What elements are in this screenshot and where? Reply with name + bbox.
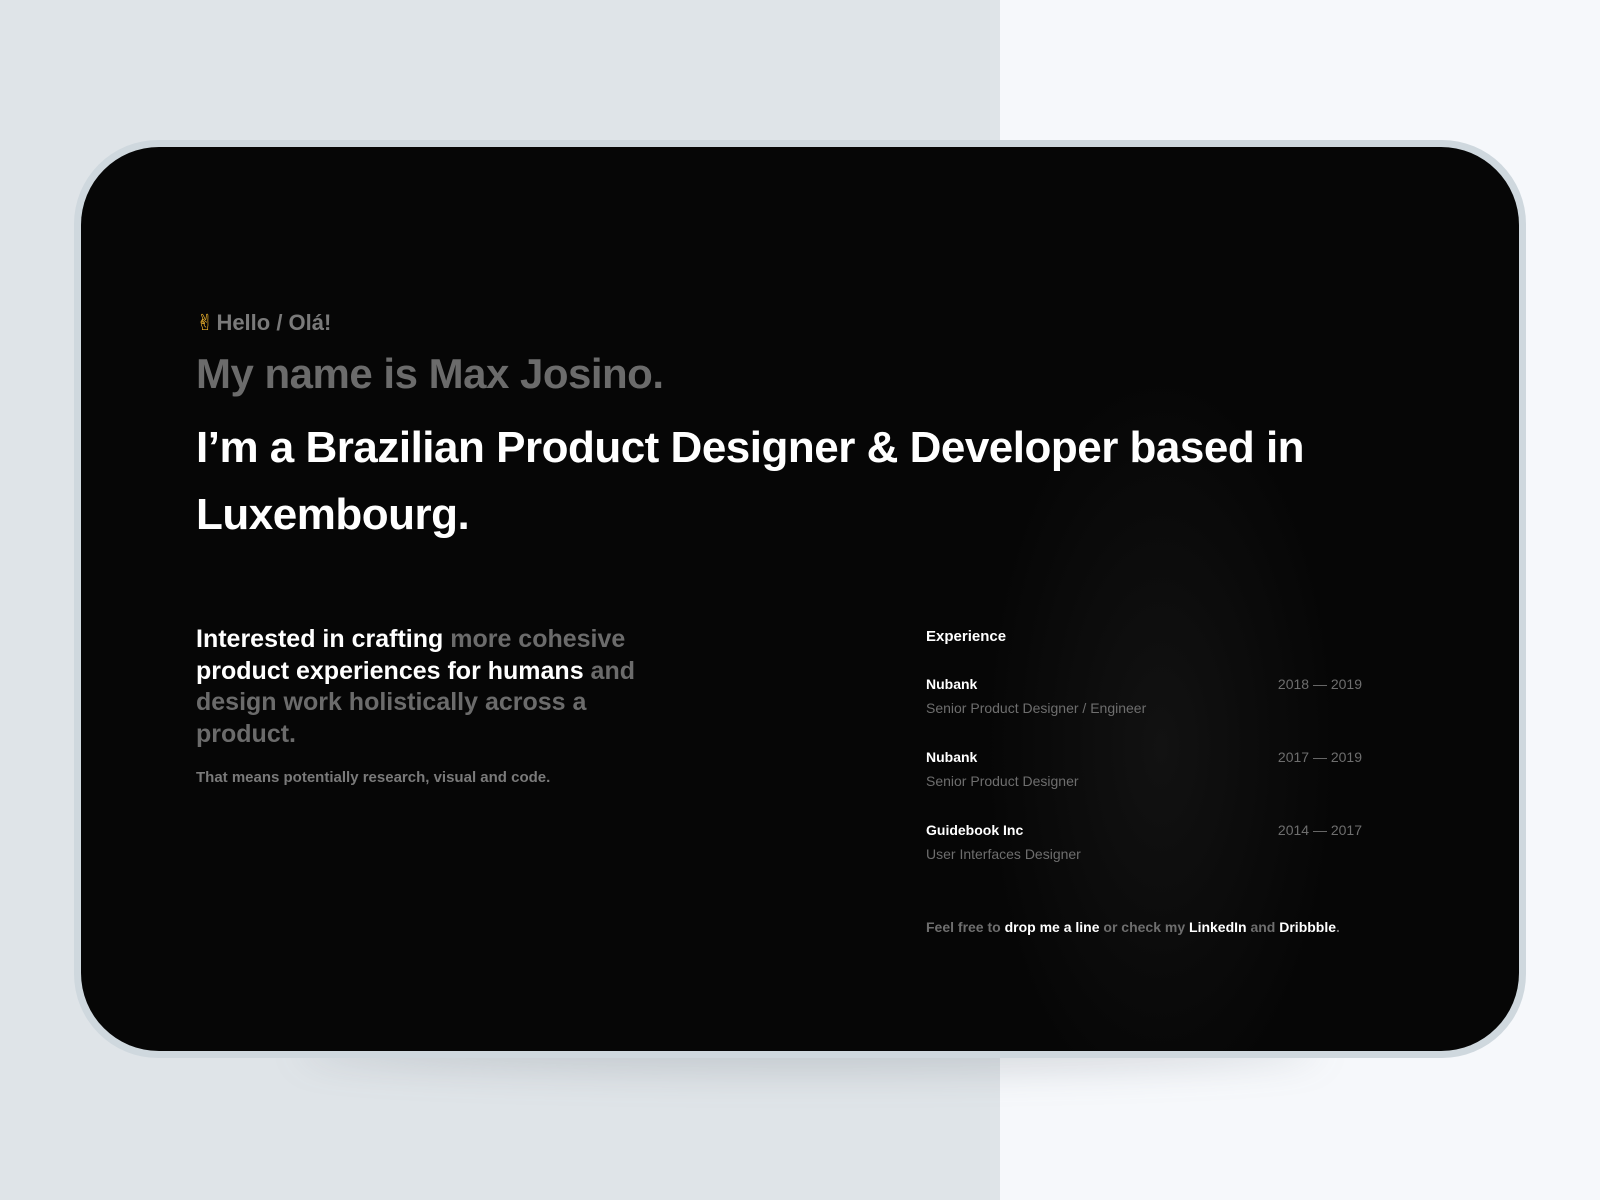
interest-part-2: more cohesive	[450, 625, 626, 653]
greeting: ✌ Hello / Olá!	[196, 310, 331, 336]
experience-role: Senior Product Designer / Engineer	[926, 700, 1147, 716]
experience-role: User Interfaces Designer	[926, 846, 1081, 862]
interest-part-1: Interested in crafting	[196, 625, 451, 653]
contact-middle: or check my	[1099, 919, 1190, 935]
experience-company: Nubank	[926, 749, 978, 765]
experience-company: Nubank	[926, 676, 978, 692]
experience-years: 2017 — 2019	[1277, 749, 1362, 765]
interest-part-3: product experiences for humans	[196, 656, 584, 685]
name-heading: My name is Max Josino.	[196, 350, 664, 397]
experience-title: Experience	[926, 628, 1007, 645]
contact-line: Feel free to drop me a line or check my …	[926, 919, 1340, 935]
headline: I’m a Brazilian Product Designer & Devel…	[196, 423, 1305, 539]
dribbble-link[interactable]: Dribbble	[1279, 919, 1336, 935]
contact-and: and	[1246, 919, 1280, 935]
email-link[interactable]: drop me a line	[1005, 919, 1100, 935]
experience-company: Guidebook Inc	[926, 822, 1024, 838]
contact-prefix: Feel free to	[926, 919, 1005, 935]
greeting-text: Hello / Olá!	[216, 310, 332, 335]
experience-item: Nubank 2018 — 2019 Senior Product Design…	[926, 676, 1362, 726]
linkedin-link[interactable]: LinkedIn	[1189, 919, 1247, 935]
experience-role: Senior Product Designer	[926, 773, 1079, 789]
experience-years: 2018 — 2019	[1277, 676, 1362, 692]
contact-suffix: .	[1336, 919, 1340, 935]
victory-hand-icon: ✌	[196, 310, 215, 335]
experience-item: Nubank 2017 — 2019 Senior Product Design…	[926, 749, 1362, 799]
experience-item: Guidebook Inc 2014 — 2017 User Interface…	[926, 822, 1362, 872]
interest-subtext: That means potentially research, visual …	[196, 769, 551, 786]
device-screen	[81, 147, 1519, 1051]
experience-years: 2014 — 2017	[1277, 822, 1362, 838]
interest-statement: Interested in crafting more cohesive pro…	[196, 624, 666, 750]
